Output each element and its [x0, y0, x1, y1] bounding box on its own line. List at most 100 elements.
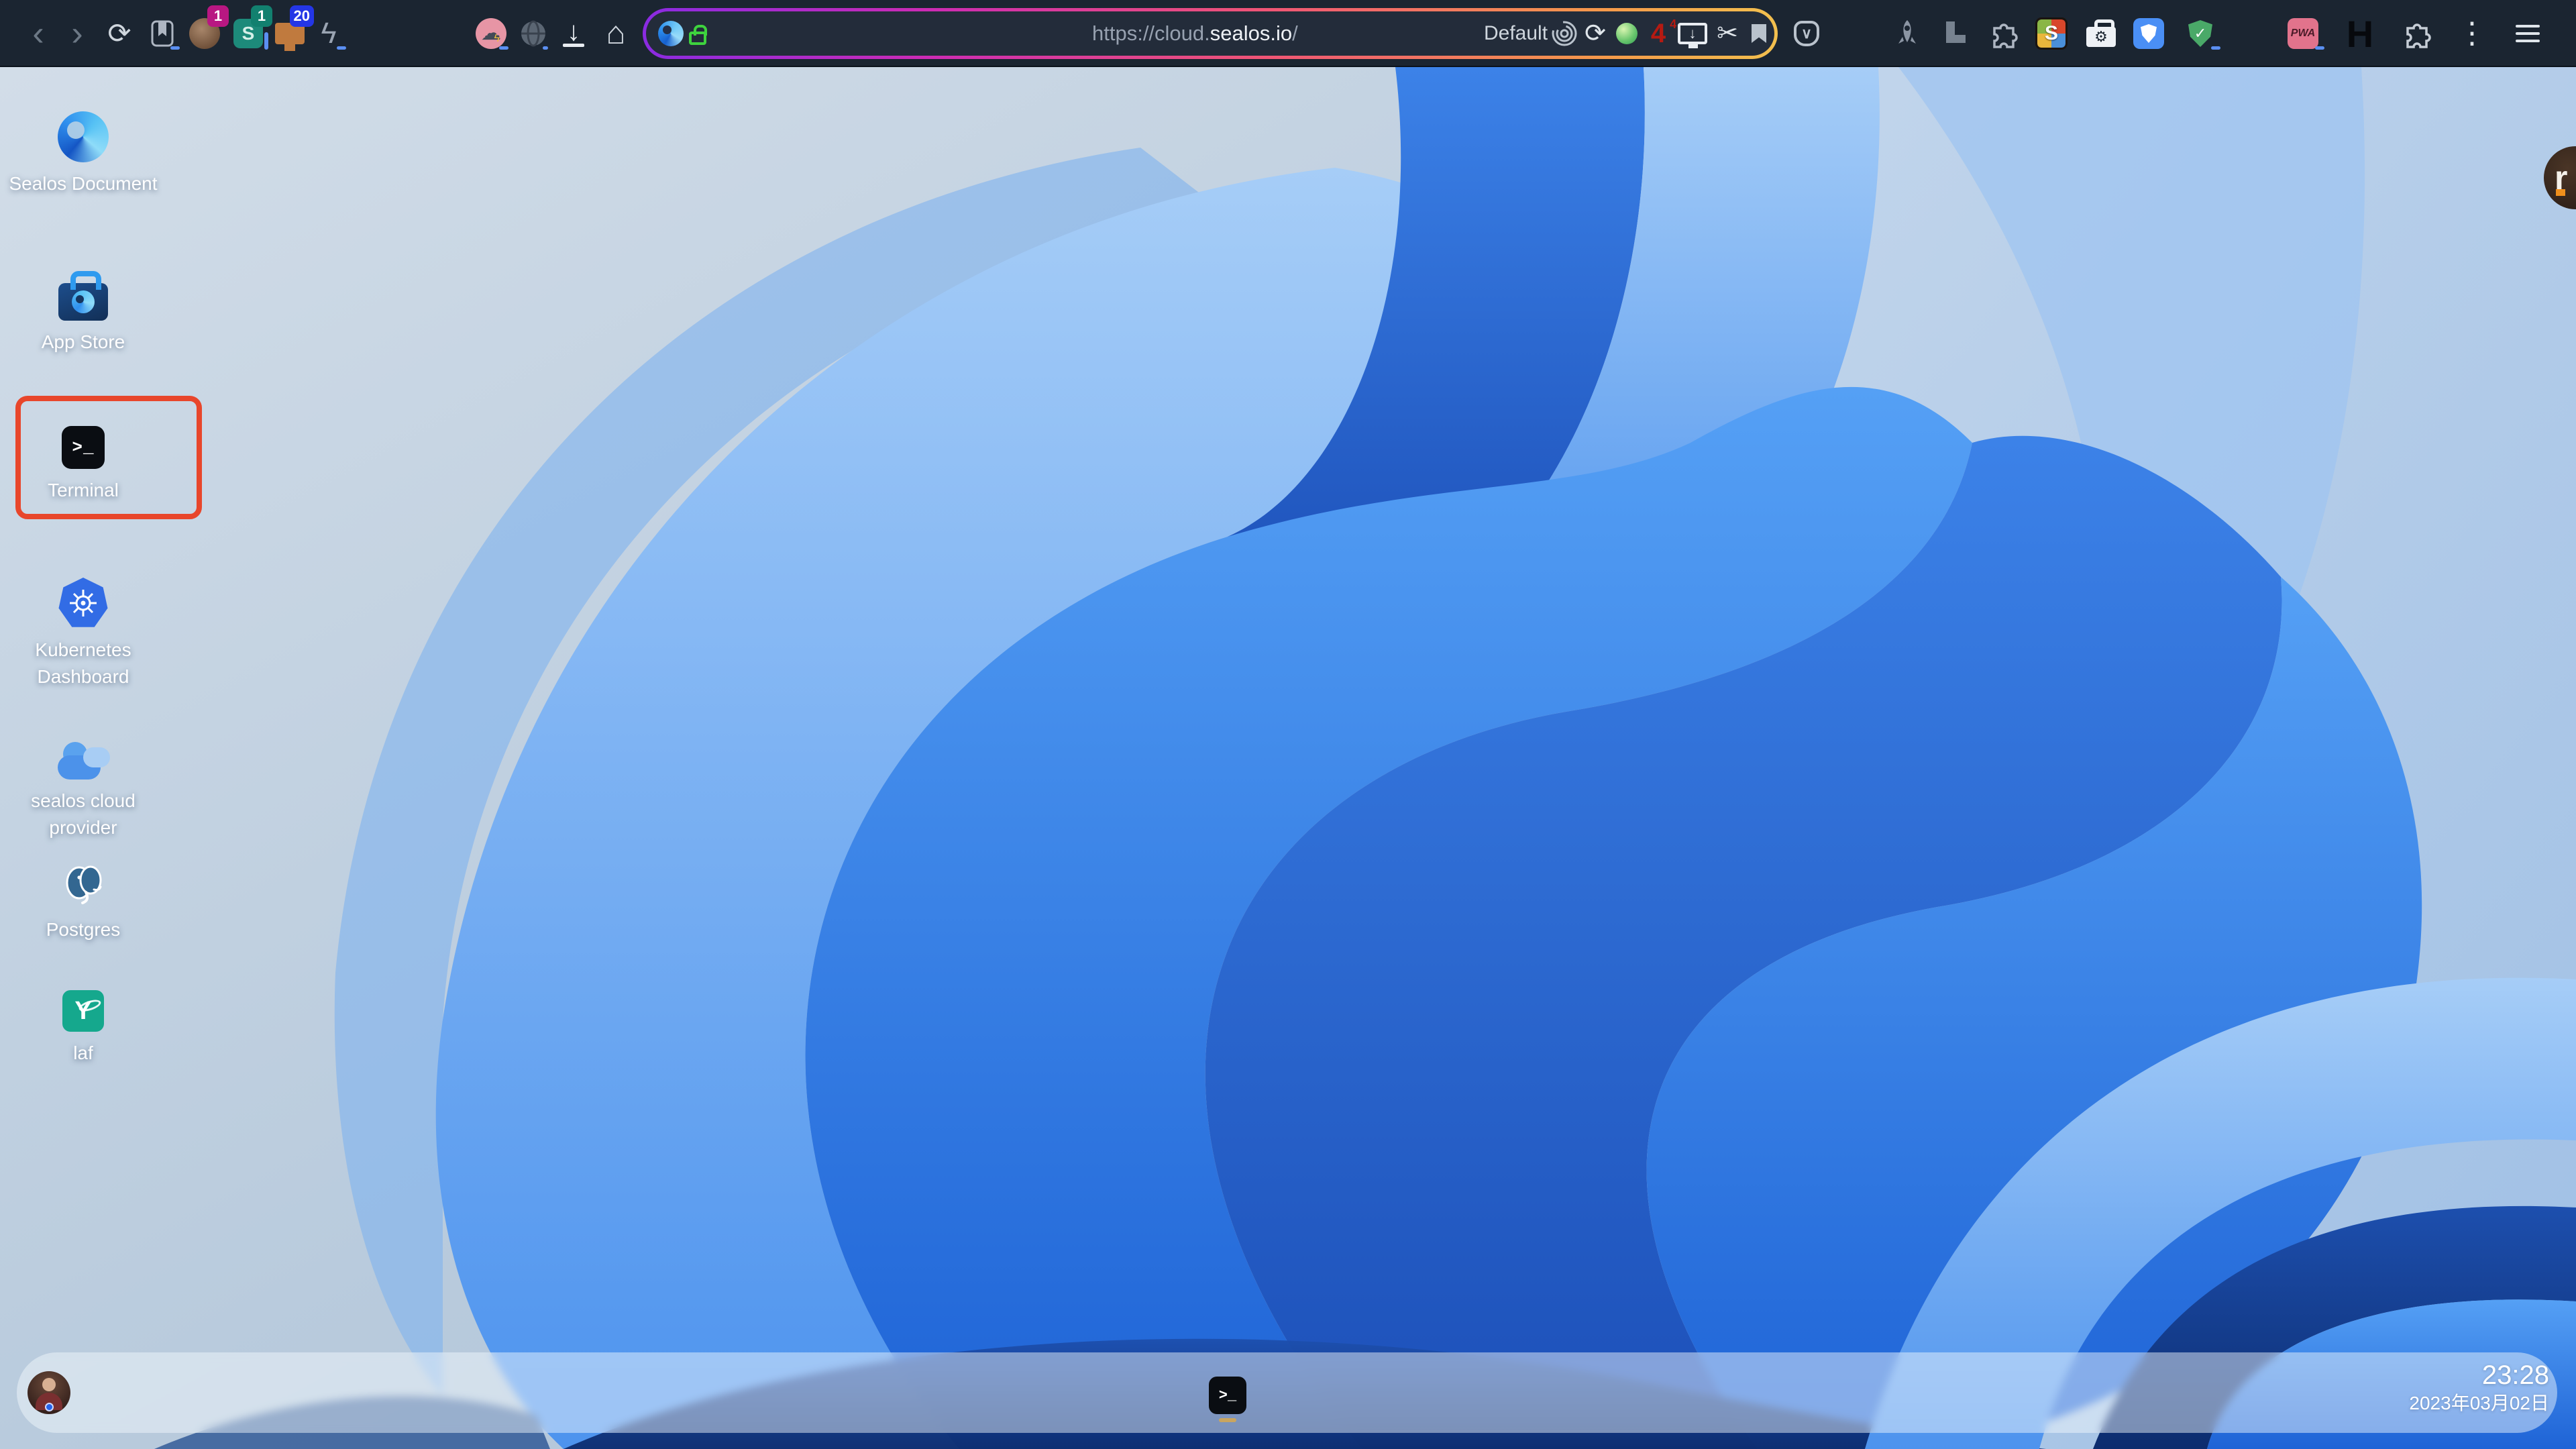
check-glyph: ✓: [2194, 25, 2207, 42]
taskbar-clock[interactable]: 23:28 2023年03月02日: [2409, 1359, 2549, 1415]
notification-dash: [543, 46, 548, 50]
stylus-icon: S: [2035, 17, 2068, 50]
bitwarden-extension-button[interactable]: [2127, 0, 2170, 67]
extensions-button[interactable]: [2396, 0, 2438, 67]
pwa-extension-button[interactable]: PWA: [2282, 0, 2324, 67]
storm-weather-icon: ☁ ϟ: [476, 18, 506, 49]
privacy-extension-button[interactable]: ✓: [2179, 0, 2222, 67]
tetris-extension-button[interactable]: [1934, 0, 1977, 67]
browser-toolbar: ‹ › ⟳ 1 S 1 20 ϟ ☁ ϟ ↓ ⌂ https://cloud. …: [0, 0, 2576, 67]
home-button[interactable]: ⌂: [594, 0, 637, 67]
user-avatar[interactable]: [28, 1371, 70, 1414]
desktop-icon-kubernetes-dashboard[interactable]: Kubernetes Dashboard: [3, 578, 164, 690]
pwa-icon: PWA: [2288, 18, 2318, 49]
globe-extension-button[interactable]: [512, 0, 555, 67]
overflow-menu-button[interactable]: ⋮: [2451, 0, 2493, 67]
reload-icon: ⟳: [107, 17, 131, 49]
avatar-head: [42, 1378, 56, 1391]
extension-teal-button[interactable]: S 1: [227, 0, 272, 67]
gear-icon: ⚙: [2094, 28, 2108, 45]
postgres-elephant-icon: [66, 865, 102, 904]
app-store-bag-icon: [58, 271, 108, 321]
desktop-icon-sealos-document[interactable]: Sealos Document: [3, 111, 164, 197]
sealos-swirl-icon: [58, 111, 109, 162]
taskbar-terminal-app[interactable]: >_: [1209, 1377, 1246, 1414]
avatar-badge: [45, 1403, 54, 1411]
forward-button[interactable]: ›: [56, 0, 99, 67]
url-scheme: https://cloud.: [1092, 21, 1210, 45]
app-menu-button[interactable]: [2506, 0, 2549, 67]
desktop-icon-label: Kubernetes Dashboard: [35, 639, 131, 687]
download-icon: ↓: [563, 16, 584, 47]
connection-secure-button[interactable]: [676, 0, 719, 67]
rocket-extension-button[interactable]: [1886, 0, 1929, 67]
terminal-prompt-glyph: >_: [1218, 1387, 1237, 1404]
desktop-icon-label: sealos cloud provider: [31, 790, 136, 838]
stylus-letter: S: [2044, 22, 2058, 44]
reload-button[interactable]: ⟳: [98, 0, 141, 67]
extension-badge: 20: [289, 5, 314, 27]
lock-icon: [689, 25, 707, 45]
puzzle-icon: [1993, 23, 2018, 48]
notification-bar: [264, 32, 268, 50]
puzzle-extension-button[interactable]: [1982, 0, 2025, 67]
h-icon: H: [2346, 12, 2374, 55]
bookmark-panel-icon: [151, 20, 174, 47]
extensions-puzzle-icon: [2406, 23, 2431, 48]
bookmark-page-button[interactable]: [1737, 0, 1780, 67]
green-globe-icon: [1616, 23, 1638, 44]
h-extension-button[interactable]: H: [2339, 0, 2381, 67]
desktop-icon-label: App Store: [41, 331, 125, 352]
fourchan-count-icon: 44: [1651, 17, 1676, 49]
back-icon: ‹: [32, 14, 44, 53]
extension-badge: 1: [251, 5, 272, 27]
download-tray: [563, 43, 584, 47]
bookmark-flag-icon: [1752, 24, 1766, 43]
desktop-icon-label: laf: [73, 1042, 93, 1063]
reload-icon: ⟳: [1585, 19, 1606, 48]
pocket-icon: ∨: [1794, 21, 1819, 46]
extension-emblem-button[interactable]: 1: [183, 0, 229, 67]
weather-extension-button[interactable]: ☁ ϟ: [470, 0, 513, 67]
notification-dash: [2211, 46, 2220, 50]
notification-dash: [499, 46, 508, 50]
url-text[interactable]: https://cloud. sealos.io /: [1092, 0, 1298, 67]
running-app-indicator: [1219, 1418, 1236, 1422]
home-icon: ⌂: [606, 15, 626, 51]
sidebar-bookmarks-button[interactable]: [141, 0, 184, 67]
lightning-icon: ϟ: [321, 17, 337, 50]
clock-date: 2023年03月02日: [2409, 1393, 2549, 1413]
arrow-glyph: ↓: [1688, 25, 1697, 42]
back-button[interactable]: ‹: [17, 0, 60, 67]
globe-icon: [521, 20, 545, 47]
desktop-icon-laf[interactable]: Y laf: [3, 990, 164, 1067]
cloud-icon: [54, 742, 113, 780]
r-label: r: [2555, 159, 2568, 197]
toolbox-extension-button[interactable]: ⚙: [2080, 0, 2123, 67]
pocket-button[interactable]: ∨: [1785, 0, 1828, 67]
ship-wheel-icon: [70, 590, 97, 616]
kubernetes-helm-icon: [58, 578, 108, 627]
l-block-icon: [1941, 19, 1970, 48]
rocket-icon: [1898, 20, 1916, 44]
monitor-download-icon: ↓: [1678, 23, 1707, 48]
hamburger-menu-icon: [2516, 25, 2540, 42]
stylus-extension-button[interactable]: S: [2030, 0, 2073, 67]
green-shield-check-icon: ✓: [2188, 20, 2212, 47]
chevron-glyph: ∨: [1801, 25, 1813, 42]
notification-dash: [170, 46, 180, 50]
url-path: /: [1292, 21, 1298, 45]
downloads-button[interactable]: ↓: [552, 0, 595, 67]
download-arrow-glyph: ↓: [567, 16, 580, 46]
extension-monitor-button[interactable]: 20: [268, 0, 314, 67]
url-domain: sealos.io: [1210, 21, 1293, 45]
desktop-icon-app-store[interactable]: App Store: [3, 268, 164, 356]
clock-time: 23:28: [2481, 1360, 2549, 1390]
desktop-icon-sealos-cloud-provider[interactable]: sealos cloud provider: [3, 738, 164, 841]
notification-dash: [337, 46, 346, 50]
extension-badge: 1: [207, 5, 229, 27]
taskbar[interactable]: [17, 1352, 2557, 1433]
notification-dash: [2315, 46, 2324, 50]
toolbox-icon: ⚙: [2086, 19, 2116, 47]
desktop-icon-postgres[interactable]: Postgres: [3, 860, 164, 943]
